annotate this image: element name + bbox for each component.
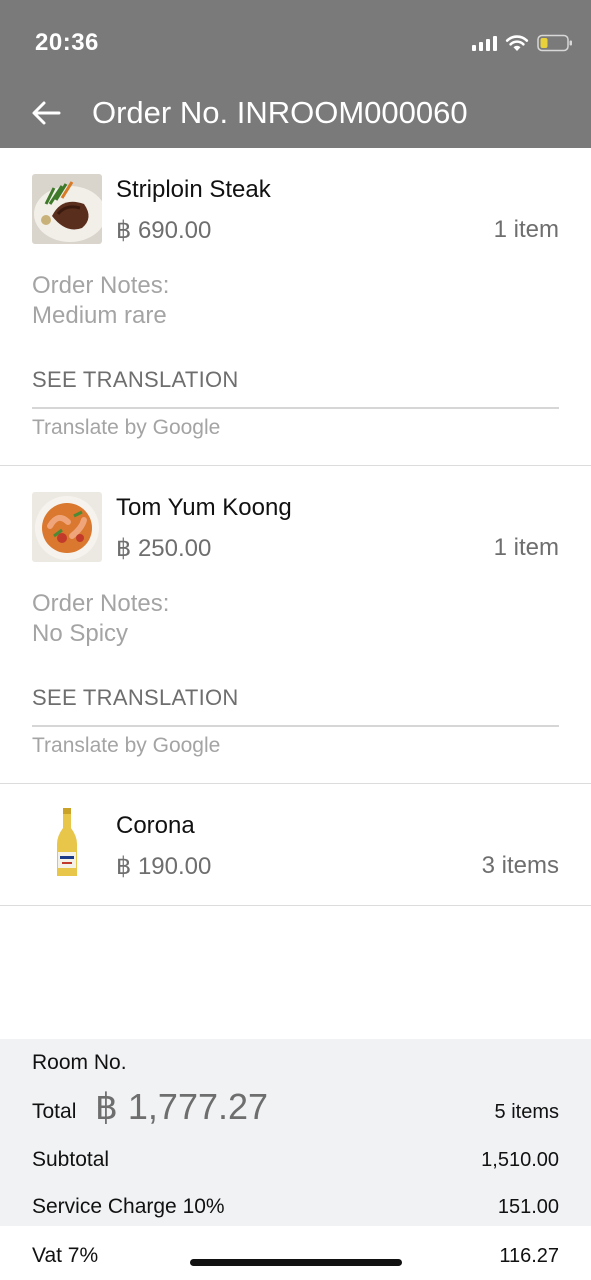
vat-value: 116.27 [499, 1245, 559, 1267]
see-translation-button[interactable]: SEE TRANSLATION [32, 367, 239, 393]
order-item: Striploin Steak ฿ 690.00 1 item Order No… [0, 148, 591, 466]
back-button[interactable] [28, 95, 64, 131]
item-name: Tom Yum Koong [116, 494, 292, 521]
item-name: Striploin Steak [116, 176, 271, 203]
arrow-left-icon [32, 101, 61, 125]
item-image-corona [32, 806, 102, 876]
item-name: Corona [116, 812, 195, 839]
order-summary: Room No. Total ฿ 1,777.27 5 items Subtot… [0, 1039, 591, 1280]
item-price: ฿ 690.00 [116, 217, 212, 244]
service-charge-label: Service Charge 10% [32, 1195, 225, 1218]
item-price: ฿ 250.00 [116, 535, 212, 562]
total-items: 5 items [494, 1101, 559, 1123]
item-quantity: 1 item [493, 216, 559, 243]
service-charge-value: 151.00 [497, 1196, 559, 1218]
order-notes-value: Medium rare [32, 302, 167, 329]
total-label: Total [32, 1100, 77, 1123]
divider [32, 725, 559, 727]
order-item: Tom Yum Koong ฿ 250.00 1 item Order Note… [0, 466, 591, 784]
vat-label: Vat 7% [32, 1244, 99, 1267]
order-notes-label: Order Notes: [32, 272, 170, 299]
item-price: ฿ 190.00 [116, 853, 212, 880]
battery-icon [537, 34, 573, 52]
order-notes-value: No Spicy [32, 620, 129, 647]
item-image-steak [32, 174, 102, 244]
item-quantity: 3 items [481, 852, 559, 879]
translate-by-google-label: Translate by Google [32, 416, 221, 439]
status-icons [472, 32, 573, 54]
subtotal-value: 1,510.00 [481, 1149, 559, 1171]
room-number-label: Room No. [32, 1051, 127, 1074]
item-quantity: 1 item [493, 534, 559, 561]
order-item: Corona ฿ 190.00 3 items [0, 784, 591, 906]
item-image-tom-yum [32, 492, 102, 562]
see-translation-button[interactable]: SEE TRANSLATION [32, 685, 239, 711]
signal-icon [472, 35, 497, 51]
app-header: 20:36 Order No. INROOM000060 [0, 0, 591, 148]
order-notes-label: Order Notes: [32, 590, 170, 617]
translate-by-google-label: Translate by Google [32, 734, 221, 757]
subtotal-label: Subtotal [32, 1148, 110, 1171]
status-time: 20:36 [35, 29, 99, 56]
vat-row: Vat 7% 116.27 [0, 1226, 591, 1280]
wifi-icon [505, 34, 529, 52]
divider [32, 407, 559, 409]
page-title: Order No. INROOM000060 [92, 95, 468, 130]
home-indicator[interactable] [190, 1259, 402, 1266]
total-amount: ฿ 1,777.27 [95, 1086, 269, 1127]
